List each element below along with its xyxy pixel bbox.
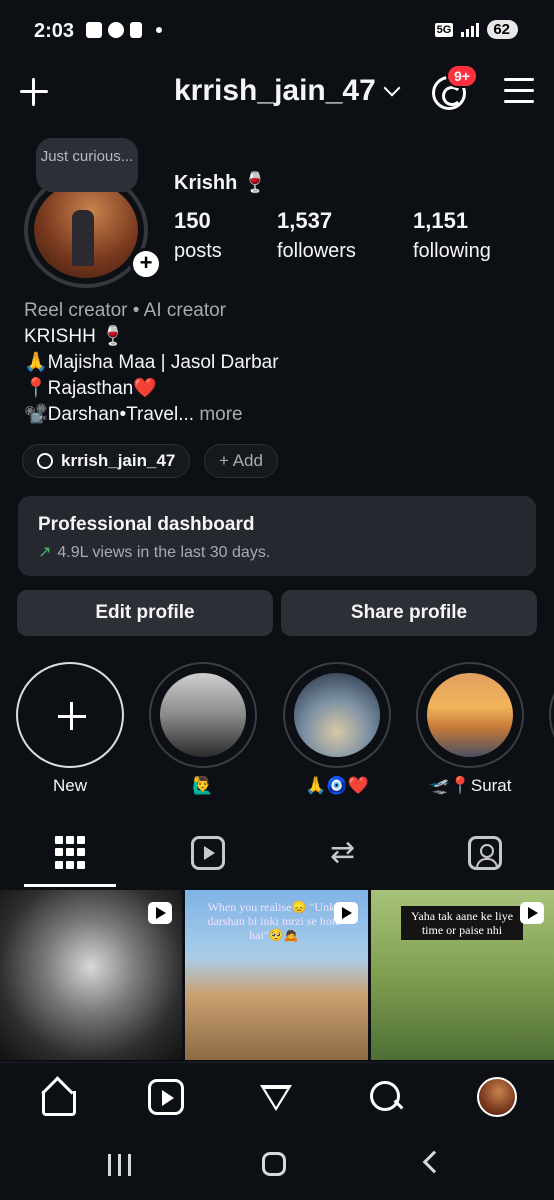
reels-nav-icon[interactable] bbox=[148, 1079, 184, 1115]
tab-tagged-icon[interactable] bbox=[468, 836, 502, 870]
edit-profile-button[interactable]: Edit profile bbox=[17, 590, 273, 636]
status-bar: 2:03 5G 62 bbox=[0, 0, 554, 64]
back-button[interactable] bbox=[422, 1150, 446, 1174]
dashboard-title: Professional dashboard bbox=[38, 514, 255, 535]
post-thumbnail[interactable]: When you realise😞 "Unke darshan bi inki … bbox=[185, 890, 368, 1060]
profile-avatar-icon[interactable] bbox=[477, 1077, 517, 1117]
bio-more-link[interactable]: more bbox=[199, 404, 242, 425]
post-thumbnail[interactable]: Yaha tak aane ke liye time or paise nhi bbox=[371, 890, 554, 1060]
following-label: following bbox=[413, 240, 491, 262]
add-link-label: + Add bbox=[219, 451, 263, 470]
highlight-item[interactable]: 🙏🧿❤️ bbox=[283, 662, 391, 796]
following-count: 1,151 bbox=[413, 208, 469, 233]
youtube-icon bbox=[86, 22, 102, 38]
professional-dashboard[interactable]: Professional dashboard ↗ 4.9L views in th… bbox=[18, 496, 536, 576]
more-notifications-dot bbox=[156, 27, 162, 33]
highlight-label: New bbox=[52, 776, 87, 795]
highlight-label: 🙏🧿❤️ bbox=[305, 776, 369, 795]
bio-line: KRISHH 🍷 bbox=[24, 326, 125, 347]
plus-icon bbox=[16, 662, 124, 768]
network-type: 5G bbox=[434, 22, 454, 37]
profile-category: Reel creator • AI creator bbox=[24, 300, 227, 321]
tab-reels-icon[interactable] bbox=[191, 836, 225, 870]
chevron-down-icon[interactable] bbox=[383, 79, 401, 97]
sim-icon bbox=[130, 22, 142, 38]
reel-icon bbox=[520, 902, 544, 924]
post-thumbnail[interactable] bbox=[0, 890, 182, 1060]
username-switcher[interactable]: krrish_jain_47 bbox=[174, 74, 376, 108]
avatar-image bbox=[34, 182, 138, 278]
followers-label: followers bbox=[277, 240, 356, 262]
stat-posts[interactable]: 150 posts bbox=[174, 208, 222, 263]
highlight-cover bbox=[427, 673, 513, 757]
posts-label: posts bbox=[174, 240, 222, 262]
post-caption: When you realise😞 "Unke darshan bi inki … bbox=[207, 900, 341, 942]
reel-icon bbox=[334, 902, 358, 924]
threads-icon bbox=[37, 453, 53, 469]
followers-count: 1,537 bbox=[277, 208, 333, 233]
messages-icon[interactable] bbox=[258, 1079, 294, 1115]
add-story-icon[interactable]: + bbox=[130, 248, 162, 280]
stat-following[interactable]: 1,151 following bbox=[413, 208, 491, 263]
highlight-label: 🙋‍♂️ bbox=[192, 776, 214, 795]
signal-icon bbox=[461, 22, 480, 37]
stat-followers[interactable]: 1,537 followers bbox=[277, 208, 356, 263]
bio-line: 📍Rajasthan❤️ bbox=[24, 378, 157, 399]
note-bubble[interactable]: Just curious... bbox=[36, 138, 138, 192]
profile-tabs bbox=[0, 828, 554, 888]
highlight-label: 🛫📍Surat bbox=[428, 776, 512, 795]
display-name: Krishh 🍷 bbox=[174, 172, 268, 194]
dashboard-stats: 4.9L views in the last 30 days. bbox=[57, 544, 271, 561]
home-button[interactable] bbox=[262, 1152, 286, 1176]
highlight-cover bbox=[160, 673, 246, 757]
add-link-chip[interactable]: + Add bbox=[204, 444, 278, 478]
posts-count: 150 bbox=[174, 208, 211, 233]
bottom-navigation bbox=[0, 1062, 554, 1132]
highlight-cover bbox=[294, 673, 380, 757]
profile-header: krrish_jain_47 9+ bbox=[0, 64, 554, 120]
home-icon[interactable] bbox=[38, 1079, 76, 1116]
notification-badge: 9+ bbox=[446, 64, 478, 88]
bio-line: 📽️Darshan•Travel... bbox=[24, 404, 195, 425]
battery-indicator: 62 bbox=[487, 20, 518, 39]
trend-up-icon: ↗ bbox=[38, 544, 52, 561]
new-highlight-button[interactable]: New bbox=[16, 662, 124, 796]
highlight-item[interactable]: 🙋‍♂️ bbox=[149, 662, 257, 796]
search-icon[interactable] bbox=[368, 1079, 404, 1115]
recents-button[interactable] bbox=[108, 1154, 132, 1176]
highlight-item-partial[interactable] bbox=[549, 662, 554, 768]
reel-icon bbox=[148, 902, 172, 924]
system-navigation-bar bbox=[0, 1132, 554, 1200]
bio-line: 🙏Majisha Maa | Jasol Darbar bbox=[24, 352, 279, 373]
share-profile-button[interactable]: Share profile bbox=[281, 590, 537, 636]
bio: Reel creator • AI creator KRISHH 🍷 🙏Maji… bbox=[24, 298, 279, 428]
menu-icon[interactable] bbox=[504, 78, 534, 104]
post-caption: Yaha tak aane ke liye time or paise nhi bbox=[401, 906, 523, 940]
create-button[interactable] bbox=[18, 76, 50, 108]
tab-posts-grid-icon[interactable] bbox=[55, 836, 89, 870]
status-notification-icons bbox=[86, 22, 162, 38]
whatsapp-icon bbox=[108, 22, 124, 38]
threads-handle: krrish_jain_47 bbox=[61, 451, 176, 470]
active-tab-indicator bbox=[24, 884, 116, 887]
highlight-item[interactable]: 🛫📍Surat bbox=[416, 662, 524, 796]
tab-reposts-icon[interactable] bbox=[330, 836, 364, 870]
threads-link-chip[interactable]: krrish_jain_47 bbox=[22, 444, 191, 478]
status-time: 2:03 bbox=[34, 20, 75, 42]
